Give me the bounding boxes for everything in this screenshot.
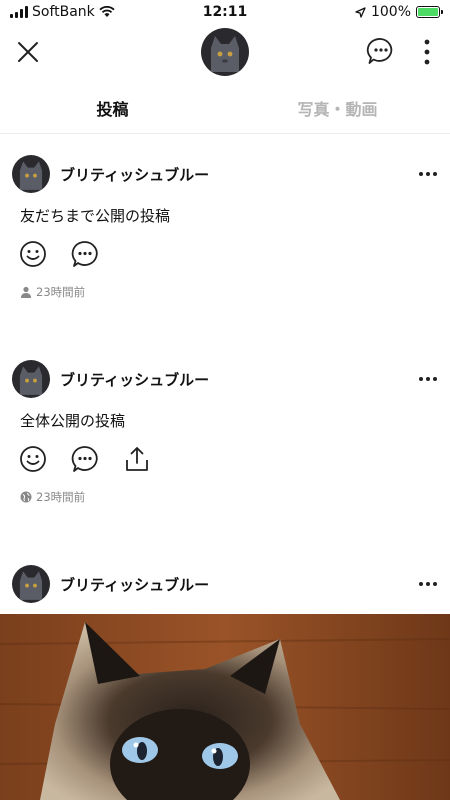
- smile-icon[interactable]: [18, 444, 48, 474]
- globe-icon: [20, 491, 32, 503]
- more-icon[interactable]: [418, 169, 438, 179]
- post-header: ブリティッシュブルー: [0, 565, 450, 605]
- more-icon[interactable]: [418, 579, 438, 589]
- status-bar: SoftBank 12:11 100%: [0, 0, 450, 26]
- vertical-more-icon[interactable]: [420, 38, 434, 66]
- post-header: ブリティッシュブルー: [0, 155, 450, 195]
- post-photo[interactable]: [0, 614, 450, 800]
- timestamp: 23時間前: [36, 285, 86, 299]
- post-card: ブリティッシュブルー 友だちまで公開の投稿 23時間前: [0, 155, 450, 299]
- timestamp: 23時間前: [36, 490, 86, 504]
- author-name[interactable]: ブリティッシュブルー: [60, 574, 209, 595]
- person-icon: [21, 286, 31, 298]
- post-actions: [18, 444, 152, 474]
- post-meta: 23時間前: [20, 284, 85, 300]
- chat-bubble-icon[interactable]: [366, 36, 396, 66]
- post-actions: [18, 239, 100, 269]
- post-header: ブリティッシュブルー: [0, 360, 450, 400]
- nav-bar: [0, 26, 450, 80]
- post-text: 友だちまで公開の投稿: [20, 207, 171, 225]
- battery-fill: [418, 8, 438, 16]
- avatar[interactable]: [12, 155, 50, 193]
- more-icon[interactable]: [418, 374, 438, 384]
- battery-icon: [416, 6, 443, 18]
- comment-icon[interactable]: [70, 239, 100, 269]
- tab-bar: 投稿 写真・動画: [0, 90, 450, 134]
- profile-avatar[interactable]: [201, 28, 249, 76]
- share-icon[interactable]: [122, 444, 152, 474]
- author-name[interactable]: ブリティッシュブルー: [60, 369, 209, 390]
- battery-percent: 100%: [370, 4, 411, 20]
- post-card: ブリティッシュブルー: [0, 565, 450, 605]
- author-name[interactable]: ブリティッシュブルー: [60, 164, 209, 185]
- post-text: 全体公開の投稿: [20, 412, 126, 430]
- post-card: ブリティッシュブルー 全体公開の投稿 23時間前: [0, 360, 450, 504]
- avatar[interactable]: [12, 360, 50, 398]
- avatar[interactable]: [12, 565, 50, 603]
- tab-posts[interactable]: 投稿: [0, 90, 225, 133]
- smile-icon[interactable]: [18, 239, 48, 269]
- comment-icon[interactable]: [70, 444, 100, 474]
- status-right: 100%: [355, 4, 443, 20]
- tab-photos-videos[interactable]: 写真・動画: [225, 90, 450, 133]
- post-meta: 23時間前: [20, 489, 85, 505]
- location-arrow-icon: [355, 6, 366, 18]
- close-icon[interactable]: [14, 38, 42, 66]
